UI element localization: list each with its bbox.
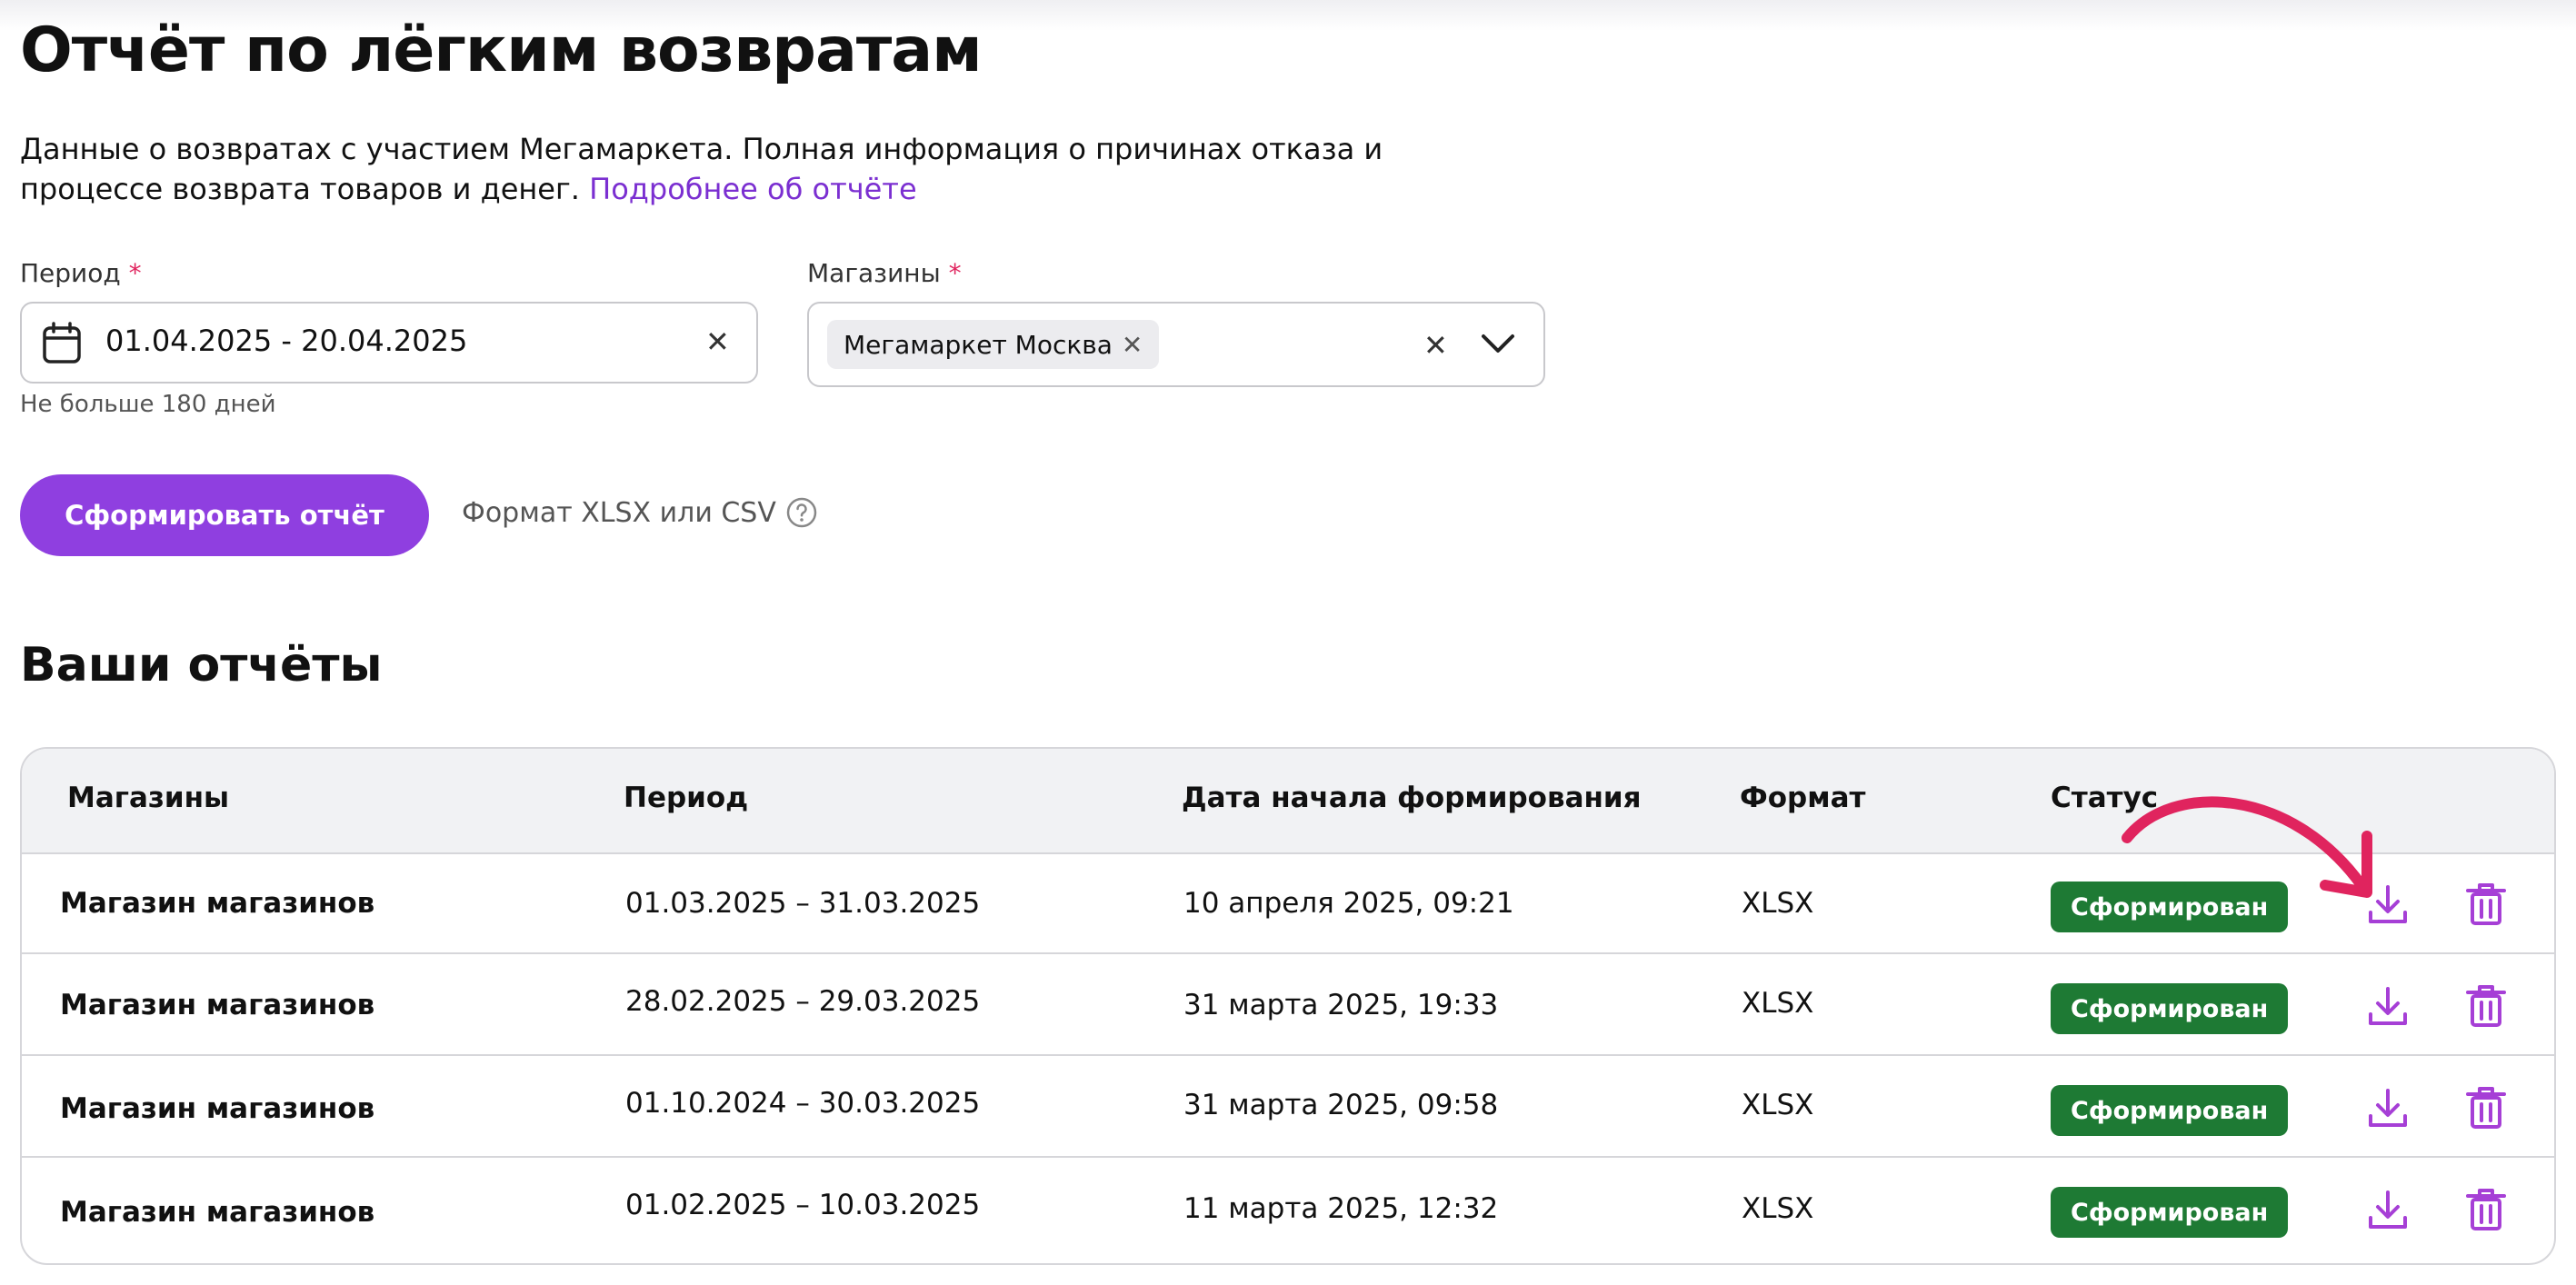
cell-period: 01.10.2024 – 30.03.2025 <box>625 1087 981 1120</box>
table-row: Магазин магазинов 28.02.2025 – 29.03.202… <box>22 954 2554 1056</box>
period-value: 01.04.2025 - 20.04.2025 <box>105 324 468 358</box>
download-icon[interactable] <box>2365 1187 2411 1232</box>
download-icon[interactable] <box>2365 983 2411 1029</box>
period-clear-icon[interactable]: ✕ <box>705 327 730 356</box>
status-badge: Сформирован <box>2051 1187 2289 1238</box>
cell-format: XLSX <box>1742 987 1814 1020</box>
shops-label: Магазины * <box>807 258 962 288</box>
column-header-period: Период <box>624 782 749 814</box>
cell-period: 28.02.2025 – 29.03.2025 <box>625 985 981 1018</box>
shop-chip: Мегамаркет Москва ✕ <box>827 320 1160 369</box>
format-note: Формат XLSX или CSV <box>462 496 818 529</box>
shops-select[interactable]: Мегамаркет Москва ✕ ✕ <box>807 302 1545 387</box>
cell-shop: Магазин магазинов <box>60 989 375 1021</box>
period-label: Период * <box>20 258 142 288</box>
table-row: Магазин магазинов 01.10.2024 – 30.03.202… <box>22 1056 2554 1158</box>
generate-report-button[interactable]: Сформировать отчёт <box>20 474 429 556</box>
trash-icon[interactable] <box>2465 1085 2507 1131</box>
download-icon[interactable] <box>2365 1085 2411 1131</box>
cell-format: XLSX <box>1742 887 1814 920</box>
chip-remove-icon[interactable]: ✕ <box>1122 330 1143 360</box>
cell-shop: Магазин магазинов <box>60 887 375 920</box>
status-badge: Сформирован <box>2051 1085 2289 1136</box>
column-header-shops: Магазины <box>67 782 230 814</box>
cell-format: XLSX <box>1742 1089 1814 1121</box>
column-header-format: Формат <box>1740 782 1866 814</box>
column-header-start-date: Дата начала формирования <box>1182 782 1642 814</box>
question-circle-icon[interactable] <box>785 496 818 529</box>
cell-period: 01.02.2025 – 10.03.2025 <box>625 1189 981 1221</box>
trash-icon[interactable] <box>2465 882 2507 927</box>
cell-start-date: 11 марта 2025, 12:32 <box>1183 1192 1499 1225</box>
required-mark: * <box>948 258 962 288</box>
more-about-report-link[interactable]: Подробнее об отчёте <box>589 172 916 206</box>
calendar-icon[interactable] <box>42 322 82 365</box>
status-badge: Сформирован <box>2051 983 2289 1034</box>
period-hint: Не больше 180 дней <box>20 391 276 418</box>
cell-start-date: 10 апреля 2025, 09:21 <box>1183 887 1514 920</box>
cell-start-date: 31 марта 2025, 19:33 <box>1183 989 1499 1021</box>
table-row: Магазин магазинов 01.02.2025 – 10.03.202… <box>22 1158 2554 1260</box>
trash-icon[interactable] <box>2465 1187 2507 1232</box>
trash-icon[interactable] <box>2465 983 2507 1029</box>
curved-arrow-icon <box>2122 796 2372 898</box>
chevron-down-icon[interactable] <box>1480 331 1516 356</box>
page-title: Отчёт по лёгким возвратам <box>20 15 983 86</box>
cell-shop: Магазин магазинов <box>60 1092 375 1125</box>
reports-title: Ваши отчёты <box>20 638 383 692</box>
shop-chip-label: Мегамаркет Москва <box>844 329 1113 360</box>
cell-start-date: 31 марта 2025, 09:58 <box>1183 1089 1499 1121</box>
required-mark: * <box>128 258 142 288</box>
period-date-range-input[interactable]: 01.04.2025 - 20.04.2025 ✕ <box>20 302 758 384</box>
cell-period: 01.03.2025 – 31.03.2025 <box>625 887 981 920</box>
cell-format: XLSX <box>1742 1192 1814 1225</box>
page-description: Данные о возвратах с участием Мегамаркет… <box>20 129 1493 209</box>
shops-clear-icon[interactable]: ✕ <box>1423 331 1448 360</box>
cell-shop: Магазин магазинов <box>60 1196 375 1229</box>
